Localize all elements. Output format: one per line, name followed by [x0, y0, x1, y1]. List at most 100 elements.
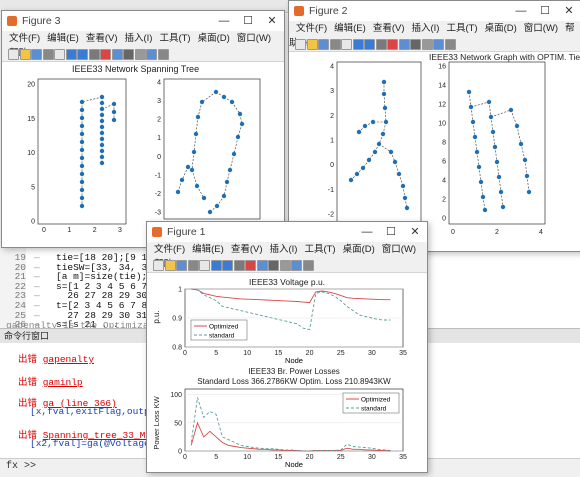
menu-item[interactable]: 文件(F) [9, 33, 40, 44]
menu-item[interactable]: 桌面(D) [485, 23, 517, 34]
network-node [79, 123, 85, 129]
y-tick-label: 0.9 [172, 316, 182, 323]
menu-item[interactable]: 窗口(W) [524, 23, 558, 34]
legend-icon[interactable] [444, 39, 456, 50]
network-node [500, 204, 506, 210]
figure2-titlebar[interactable]: Figure 2 — ☐ ✕ [289, 1, 580, 21]
open-icon[interactable] [19, 49, 31, 60]
menu-item[interactable]: 插入(I) [411, 23, 439, 34]
y-tick-label: 4 [330, 64, 334, 71]
close-button[interactable]: ✕ [403, 222, 427, 242]
menu-item[interactable]: 文件(F) [296, 23, 327, 34]
menu-item[interactable]: 插入(I) [124, 33, 152, 44]
menu-item[interactable]: 工具(T) [304, 244, 335, 255]
menu-item[interactable]: 查看(V) [373, 23, 405, 34]
pointer-icon[interactable] [341, 39, 352, 50]
loss-ylabel: Power Loss KW [152, 395, 161, 449]
zoom-out-icon[interactable] [222, 260, 233, 271]
legend-icon[interactable] [157, 49, 169, 60]
minimize-button[interactable]: — [355, 222, 379, 242]
save-icon[interactable] [31, 49, 42, 60]
menu-item[interactable]: 查看(V) [231, 244, 263, 255]
new-icon[interactable] [295, 39, 306, 50]
command-prompt[interactable]: fx >> [6, 461, 36, 472]
network-node [79, 163, 85, 169]
print-icon[interactable] [187, 260, 199, 271]
menu-item[interactable]: 编辑(E) [192, 244, 224, 255]
error-link[interactable]: gaminlp [43, 377, 83, 388]
figure1-window[interactable]: Figure 1 — ☐ ✕ 文件(F) 编辑(E) 查看(V) 插入(I) 工具(T)… [146, 221, 428, 473]
figure1-canvas: IEEE33 Voltage p.u. p.u. 1 0.9 0.8 0 5 10 15 20… [147, 273, 427, 472]
menu-item[interactable]: 窗口(W) [382, 244, 416, 255]
figure1-titlebar[interactable]: Figure 1 — ☐ ✕ [147, 222, 427, 242]
figure3-titlebar[interactable]: Figure 3 — ☐ ✕ [2, 11, 284, 31]
brush-icon[interactable] [123, 49, 134, 60]
error-link[interactable]: gapenalty [43, 354, 94, 365]
menu-item[interactable]: 窗口(W) [237, 33, 271, 44]
x-tick-label: 35 [399, 454, 407, 461]
y-tick-label: -3 [155, 210, 161, 217]
pointer-icon[interactable] [54, 49, 65, 60]
pointer-icon[interactable] [199, 260, 210, 271]
menu-item[interactable]: 桌面(D) [198, 33, 230, 44]
rotate-icon[interactable] [245, 260, 256, 271]
menu-item[interactable]: 编辑(E) [47, 33, 79, 44]
x-tick-label: 5 [214, 350, 218, 357]
save-icon[interactable] [176, 260, 187, 271]
menu-item[interactable]: 工具(T) [446, 23, 477, 34]
colorbar-icon[interactable] [433, 39, 444, 50]
voltage-legend: Optimized standard [190, 319, 248, 341]
datatip-icon[interactable] [398, 39, 410, 50]
y-tick-label: 4 [442, 178, 446, 185]
link-icon[interactable] [421, 39, 433, 50]
y-tick-label: 2 [157, 117, 161, 124]
legend-icon[interactable] [302, 260, 314, 271]
rotate-icon[interactable] [100, 49, 111, 60]
colorbar-icon[interactable] [146, 49, 157, 60]
menu-item[interactable]: 文件(F) [154, 244, 185, 255]
link-icon[interactable] [134, 49, 146, 60]
zoom-in-icon[interactable] [210, 260, 222, 271]
datatip-icon[interactable] [256, 260, 268, 271]
zoom-in-icon[interactable] [352, 39, 364, 50]
menu-item[interactable]: 编辑(E) [334, 23, 366, 34]
network-node [79, 187, 85, 193]
maximize-button[interactable]: ☐ [533, 1, 557, 21]
new-icon[interactable] [153, 260, 164, 271]
menu-item[interactable]: 查看(V) [86, 33, 118, 44]
open-icon[interactable] [306, 39, 318, 50]
figure3-window[interactable]: Figure 3 — ☐ ✕ 文件(F) 编辑(E) 查看(V) 插入(I) 工具(T)… [1, 10, 285, 248]
menu-item[interactable]: 插入(I) [269, 244, 297, 255]
print-icon[interactable] [42, 49, 54, 60]
zoom-in-icon[interactable] [65, 49, 77, 60]
y-tick-label: 0 [157, 154, 161, 161]
rotate-icon[interactable] [387, 39, 398, 50]
minimize-button[interactable]: — [212, 11, 236, 31]
datatip-icon[interactable] [111, 49, 123, 60]
voltage-chart-title: IEEE33 Voltage p.u. [249, 277, 325, 287]
maximize-button[interactable]: ☐ [236, 11, 260, 31]
network-node [195, 114, 201, 120]
menu-item[interactable]: 桌面(D) [343, 244, 375, 255]
maximize-button[interactable]: ☐ [379, 222, 403, 242]
link-icon[interactable] [279, 260, 291, 271]
menu-item[interactable]: 工具(T) [159, 33, 190, 44]
network-node [376, 141, 382, 147]
figure2-window[interactable]: Figure 2 — ☐ ✕ 文件(F) 编辑(E) 查看(V) 插入(I) 工具(T)… [288, 0, 580, 252]
pan-icon[interactable] [375, 39, 387, 50]
zoom-out-icon[interactable] [77, 49, 88, 60]
colorbar-icon[interactable] [291, 260, 302, 271]
minimize-button[interactable]: — [509, 1, 533, 21]
zoom-out-icon[interactable] [364, 39, 375, 50]
print-icon[interactable] [329, 39, 341, 50]
new-icon[interactable] [8, 49, 19, 60]
save-icon[interactable] [318, 39, 329, 50]
network-node [185, 164, 191, 170]
close-button[interactable]: ✕ [260, 11, 284, 31]
close-button[interactable]: ✕ [557, 1, 580, 21]
pan-icon[interactable] [233, 260, 245, 271]
brush-icon[interactable] [268, 260, 279, 271]
pan-icon[interactable] [88, 49, 100, 60]
brush-icon[interactable] [410, 39, 421, 50]
open-icon[interactable] [164, 260, 176, 271]
